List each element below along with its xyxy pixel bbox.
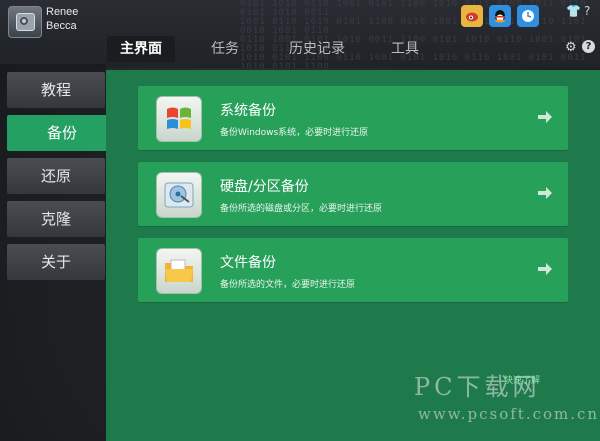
windows-logo-icon: [156, 96, 202, 142]
sidebar-item-tutorial[interactable]: 教程: [7, 72, 105, 108]
brand-name: Renee Becca: [46, 5, 78, 33]
title-bar: 0101 1010 0110 1001 0101 1100 1010 0111 …: [0, 0, 600, 68]
help-top-button[interactable]: ?: [584, 4, 590, 18]
card-title: 文件备份: [220, 255, 276, 271]
brand-line-2: Becca: [46, 20, 77, 32]
sidebar-item-clone[interactable]: 克隆: [7, 201, 105, 237]
shirt-icon: 👕: [566, 4, 581, 18]
arrow-right-icon: [538, 187, 552, 199]
card-title: 系统备份: [220, 103, 276, 119]
tab-home[interactable]: 主界面: [107, 36, 175, 62]
watermark-small-text: 快速了解: [504, 376, 541, 386]
tab-tools[interactable]: 工具: [385, 36, 425, 62]
file-backup-card[interactable]: 文件备份 备份所选的文件，必要时进行还原: [138, 238, 568, 302]
hard-disk-icon: [156, 172, 202, 218]
sidebar-item-about[interactable]: 关于: [7, 244, 105, 280]
qq-button[interactable]: [489, 5, 511, 27]
system-backup-card[interactable]: 系统备份 备份Windows系统，必要时进行还原: [138, 86, 568, 150]
card-description: 备份Windows系统，必要时进行还原: [220, 128, 369, 138]
qq-penguin-icon: [495, 10, 505, 23]
folder-icon: [156, 248, 202, 294]
card-description: 备份所选的文件，必要时进行还原: [220, 280, 356, 290]
tab-history[interactable]: 历史记录: [283, 36, 351, 62]
app-logo-icon: [8, 6, 42, 38]
settings-gear-icon[interactable]: ⚙: [565, 40, 577, 55]
card-description: 备份所选的磁盘或分区，必要时进行还原: [220, 204, 383, 214]
safe-dial-icon: [20, 17, 28, 25]
card-title: 硬盘/分区备份: [220, 179, 309, 195]
clock-icon: [522, 10, 534, 22]
skin-button[interactable]: 👕: [566, 4, 581, 18]
tab-tasks[interactable]: 任务: [205, 36, 245, 62]
disk-partition-backup-card[interactable]: 硬盘/分区备份 备份所选的磁盘或分区，必要时进行还原: [138, 162, 568, 226]
clock-button[interactable]: [517, 5, 539, 27]
help-circle-icon[interactable]: ?: [582, 40, 595, 53]
watermark-url: www.pcsoft.com.cn: [418, 405, 600, 423]
help-icon: ?: [584, 4, 591, 18]
sidebar-item-restore[interactable]: 还原: [7, 158, 105, 194]
sidebar-item-backup[interactable]: 备份: [7, 115, 117, 151]
weibo-icon: [466, 12, 478, 22]
arrow-right-icon: [538, 111, 552, 123]
arrow-right-icon: [538, 263, 552, 275]
brand-line-1: Renee: [46, 6, 79, 18]
weibo-button[interactable]: [461, 5, 483, 27]
